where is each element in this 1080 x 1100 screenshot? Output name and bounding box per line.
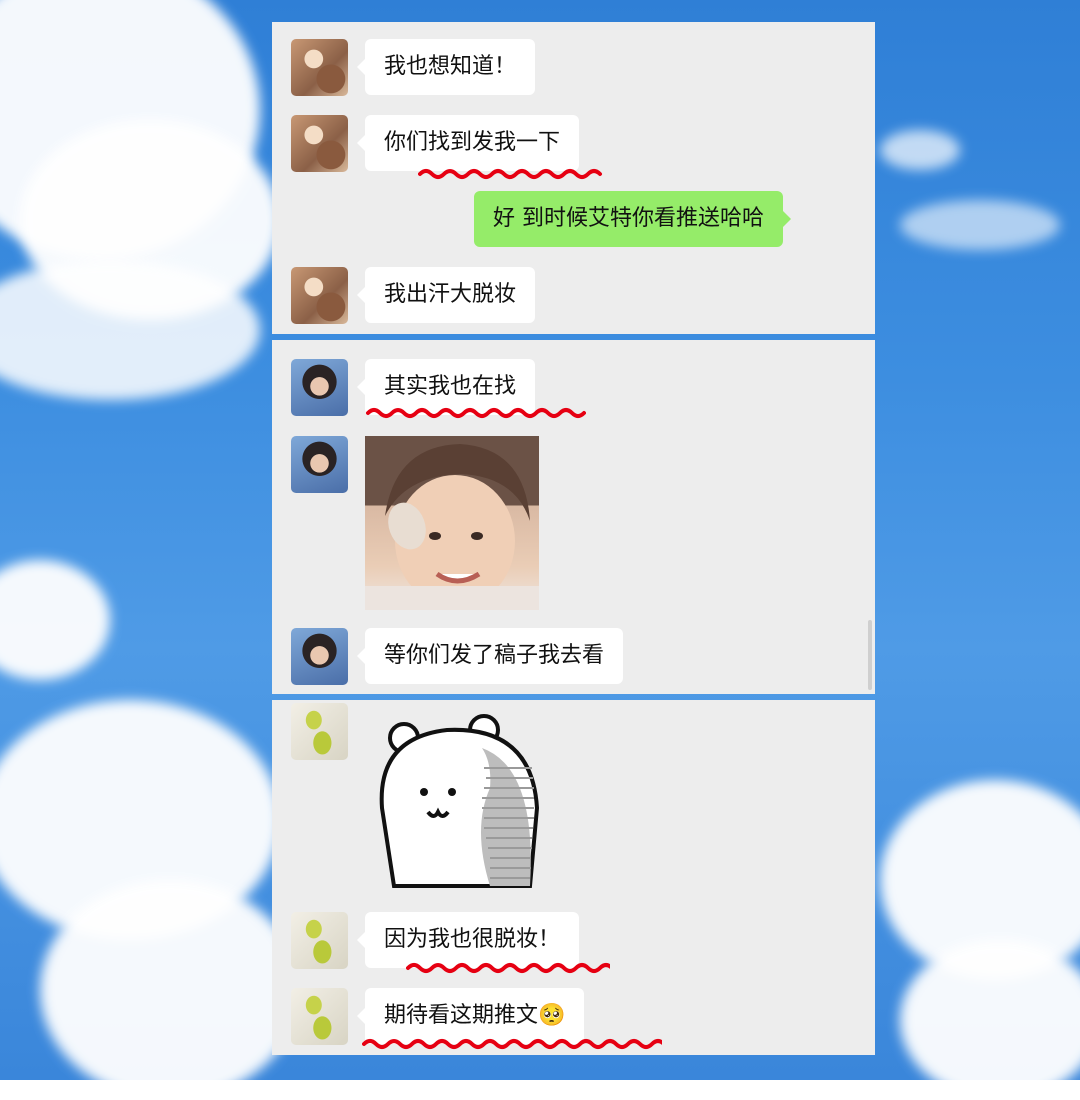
girl-avatar[interactable]	[291, 359, 348, 416]
red-wavy-underline	[406, 963, 610, 973]
pleading-face-emoji: 🥺	[538, 1003, 566, 1028]
cat-avatar[interactable]	[291, 267, 348, 324]
chat-section-1: 我也想知道！ 你们找到发我一下 好 到时候艾特你看推送哈哈 我出汗大脱妆	[272, 22, 875, 334]
kiwi-avatar[interactable]	[291, 912, 348, 969]
message-bubble: 我出汗大脱妆	[356, 267, 536, 323]
chat-section-3: 因为我也很脱妆！ 期待看这期推文🥺	[272, 700, 875, 1055]
scrollbar[interactable]	[868, 620, 872, 690]
bear-sticker[interactable]	[372, 708, 542, 888]
red-wavy-underline	[366, 408, 586, 418]
message-bubble: 等你们发了稿子我去看	[356, 628, 624, 684]
child-photo-sticker[interactable]	[365, 436, 539, 610]
cat-avatar[interactable]	[291, 115, 348, 172]
message-bubble: 期待看这期推文🥺	[356, 988, 585, 1044]
message-bubble: 我也想知道！	[356, 39, 536, 95]
message-text: 期待看这期推文	[384, 1003, 539, 1028]
cat-avatar[interactable]	[291, 39, 348, 96]
red-wavy-underline	[418, 169, 602, 179]
kiwi-avatar[interactable]	[291, 988, 348, 1045]
message-bubble: 你们找到发我一下	[356, 115, 580, 171]
red-wavy-underline	[362, 1039, 662, 1049]
sent-message-bubble: 好 到时候艾特你看推送哈哈	[474, 191, 791, 247]
kiwi-avatar[interactable]	[291, 703, 348, 760]
message-bubble: 因为我也很脱妆！	[356, 912, 580, 968]
chat-section-2: 其实我也在找 等你们发了稿子我去看	[272, 340, 875, 694]
girl-avatar[interactable]	[291, 628, 348, 685]
girl-avatar[interactable]	[291, 436, 348, 493]
chat-screenshot-panel: 我也想知道！ 你们找到发我一下 好 到时候艾特你看推送哈哈 我出汗大脱妆 其实我…	[272, 22, 875, 1055]
